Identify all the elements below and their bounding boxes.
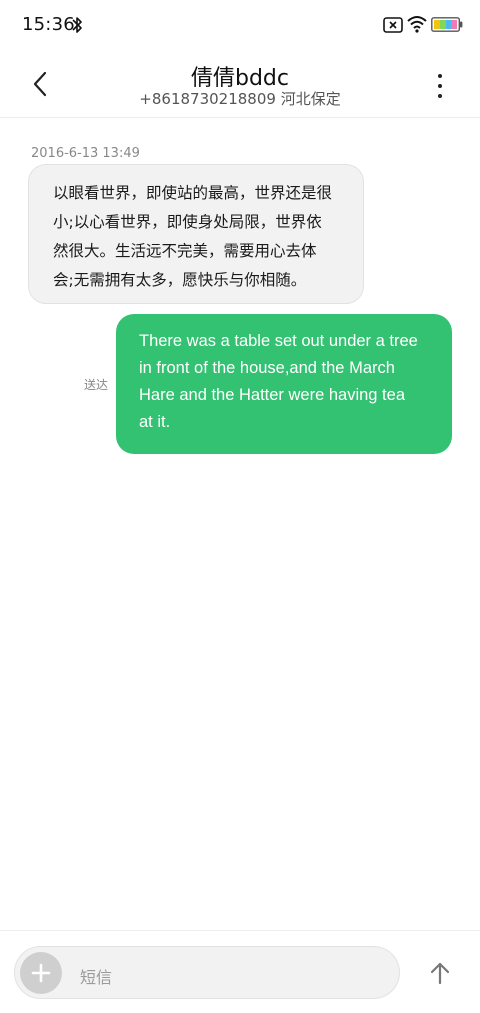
message-line: Hare and the Hatter were having tea <box>139 386 405 404</box>
plus-icon <box>31 963 51 983</box>
message-line: 会;无需拥有太多，愿快乐与你相随。 <box>53 271 307 289</box>
outgoing-message-bubble[interactable]: There was a table set out under a tree i… <box>116 314 452 454</box>
message-line: at it. <box>139 413 171 431</box>
back-button[interactable] <box>20 64 60 104</box>
arrow-up-icon <box>430 962 450 985</box>
send-button[interactable] <box>420 951 460 995</box>
message-composer: 短信 <box>0 930 480 1013</box>
more-options-button[interactable] <box>420 66 460 106</box>
message-line: 然很大。生活远不完美，需要用心去体 <box>53 242 317 260</box>
bluetooth-icon <box>72 17 82 33</box>
status-time: 15:36 <box>22 14 75 35</box>
message-line: There was a table set out under a tree <box>139 332 418 350</box>
message-input-field[interactable] <box>14 946 400 999</box>
status-bar: 15:36 <box>0 0 480 52</box>
attach-button[interactable] <box>20 952 62 994</box>
message-input-placeholder[interactable]: 短信 <box>80 964 112 988</box>
message-line: 小;以心看世界，即使身处局限，世界依 <box>53 213 322 231</box>
incoming-message-bubble[interactable]: 以眼看世界，即使站的最高，世界还是很 小;以心看世界，即使身处局限，世界依 然很… <box>28 164 364 304</box>
contact-number-location: +8618730218809 河北保定 <box>139 90 341 108</box>
message-line: 以眼看世界，即使站的最高，世界还是很 <box>53 184 333 202</box>
more-vertical-icon <box>438 74 442 78</box>
message-line: in front of the house,and the March <box>139 359 395 377</box>
chevron-left-icon <box>33 71 47 97</box>
message-timestamp: 2016-6-13 13:49 <box>31 146 140 161</box>
delivery-status: 送达 <box>84 378 109 392</box>
conversation-header: 倩倩bddc +8618730218809 河北保定 <box>0 52 480 118</box>
wifi-icon <box>407 16 427 33</box>
sim-error-icon <box>383 17 403 33</box>
battery-icon <box>431 17 463 32</box>
